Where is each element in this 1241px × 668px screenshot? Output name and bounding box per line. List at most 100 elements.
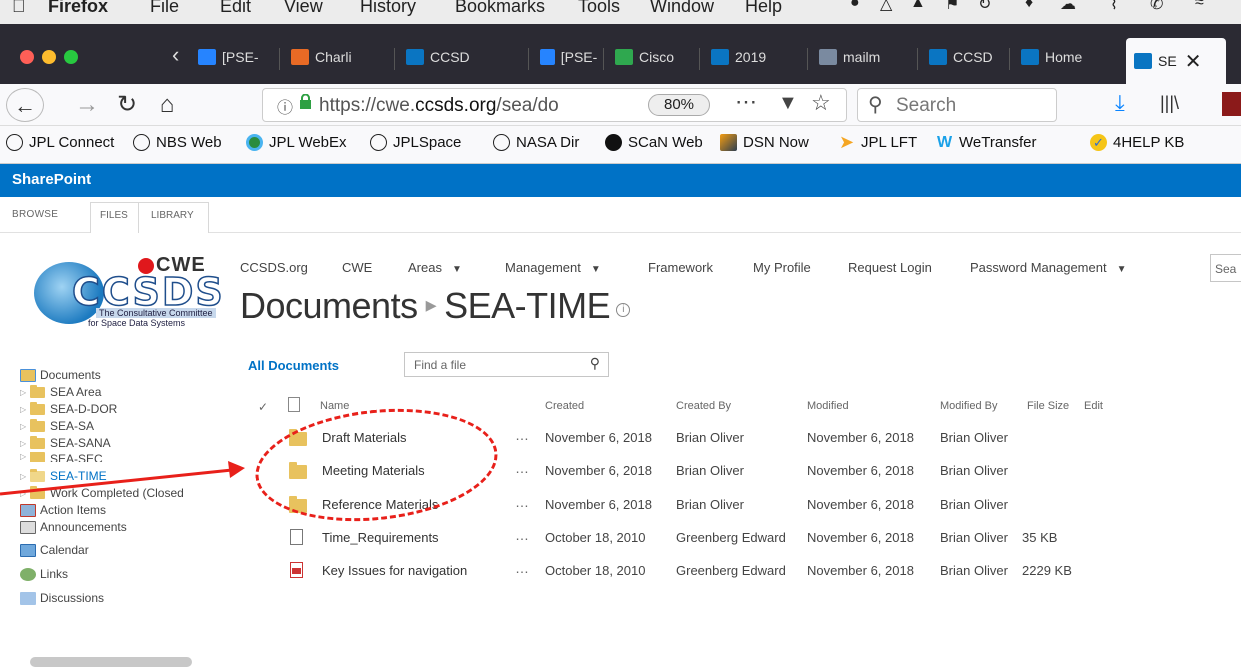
menu-tools[interactable]: Tools (578, 0, 620, 17)
browser-tab[interactable]: [PSE-1 (532, 37, 597, 77)
tray-icon-6[interactable]: ☁ (1060, 0, 1076, 14)
table-row[interactable]: Reference Materials… November 6, 2018 Bria… (0, 494, 1241, 531)
phone-icon[interactable]: ✆ (1150, 0, 1163, 14)
topnav-my-profile[interactable]: My Profile (753, 260, 811, 275)
more-options-icon[interactable]: … (515, 460, 530, 476)
ribbon-tab-library[interactable]: LIBRARY (139, 202, 209, 233)
tray-icon-1[interactable]: ● (850, 0, 860, 12)
bookmark-jpl-lft[interactable]: ➤ JPL LFT (838, 133, 917, 151)
bookmark-jpl-webex[interactable]: JPL WebEx (246, 134, 347, 151)
col-header-created-by[interactable]: Created By (676, 400, 731, 412)
library-icon[interactable]: |||\ (1160, 93, 1179, 114)
table-row[interactable]: Draft Materials… November 6, 2018 Brian Ol… (0, 427, 1241, 464)
find-file-input[interactable]: Find a file ⚲ (404, 352, 609, 377)
col-header-edit[interactable]: Edit (1084, 400, 1103, 412)
tray-icon-5[interactable]: ♦ (1025, 0, 1033, 12)
menu-help[interactable]: Help (745, 0, 782, 17)
window-minimize-button[interactable] (42, 50, 56, 64)
more-options-icon[interactable]: … (515, 527, 530, 543)
table-row[interactable]: Time_Requirements … October 18, 2010 Greenb… (0, 527, 1241, 564)
browser-tab[interactable]: Charli (283, 37, 388, 77)
more-options-icon[interactable]: … (515, 427, 530, 443)
downloads-icon[interactable]: ⤓ (1115, 90, 1125, 116)
ql-sea-area[interactable]: ▷ SEA Area (20, 384, 101, 400)
zoom-level-badge[interactable]: 80% (648, 94, 710, 116)
browser-tab[interactable]: CCSD (398, 37, 478, 77)
title-documents-link[interactable]: Documents (240, 285, 418, 326)
back-button[interactable]: ← (6, 88, 44, 122)
more-options-icon[interactable]: … (515, 494, 530, 510)
info-icon[interactable]: ⓘ (277, 94, 293, 118)
wifi-icon[interactable]: ≈ (1195, 0, 1204, 12)
topnav-framework[interactable]: Framework (648, 260, 713, 275)
table-row[interactable]: Meeting Materials… November 6, 2018 Brian … (0, 460, 1241, 497)
ribbon-tab-browse[interactable]: BROWSE (12, 209, 58, 220)
menu-history[interactable]: History (360, 0, 416, 17)
site-search-input[interactable]: Sea (1210, 254, 1241, 282)
bookmark-dsn-now[interactable]: DSN Now (720, 134, 809, 151)
col-header-modified[interactable]: Modified (807, 400, 849, 412)
browser-tab[interactable]: Cisco (607, 37, 692, 77)
expand-icon[interactable]: ▷ (20, 388, 30, 397)
topnav-password-management[interactable]: Password Management ▼ (970, 260, 1126, 275)
ccsds-logo[interactable]: CWE CCSDS The Consultative Committee for… (32, 254, 224, 328)
sharepoint-brand[interactable]: SharePoint (12, 171, 91, 188)
page-actions-icon[interactable]: ⋯ (735, 89, 757, 115)
browser-tab[interactable]: SE ✕ (1126, 38, 1226, 84)
horizontal-scrollbar[interactable] (30, 657, 192, 667)
col-header-name[interactable]: Name (320, 400, 349, 412)
bookmark-jpl-connect[interactable]: JPL Connect (6, 134, 114, 151)
ql-sea-d-dor[interactable]: ▷ SEA-D-DOR (20, 401, 117, 417)
browser-tab[interactable]: mailm (811, 37, 906, 77)
window-close-button[interactable] (20, 50, 34, 64)
browser-tab[interactable]: 2019 (703, 37, 798, 77)
url-bar[interactable]: ⓘ https://cwe.ccsds.org/sea/do 80% ⋯ ▼ ☆ (262, 88, 847, 122)
reload-button[interactable]: ↻ (112, 88, 142, 122)
menu-view[interactable]: View (284, 0, 323, 17)
forward-button[interactable]: → (72, 88, 102, 122)
info-icon[interactable]: i (616, 303, 631, 317)
browser-tab[interactable]: [PSE- (190, 37, 270, 77)
window-zoom-button[interactable] (64, 50, 78, 64)
menu-window[interactable]: Window (650, 0, 714, 17)
select-all-checkmark-icon[interactable]: ✓ (258, 400, 268, 414)
browser-tab[interactable]: Home (1013, 37, 1103, 77)
ql-documents[interactable]: Documents (20, 367, 101, 383)
col-header-file-size[interactable]: File Size (1027, 400, 1069, 412)
pocket-icon[interactable]: ▼ (778, 92, 798, 115)
tab-close-icon[interactable]: ✕ (1185, 49, 1202, 74)
tray-icon-4[interactable]: ⚑ (945, 0, 959, 14)
home-button[interactable]: ⌂ (152, 88, 182, 122)
topnav-areas[interactable]: Areas ▼ (408, 260, 462, 275)
col-header-created[interactable]: Created (545, 400, 584, 412)
search-icon[interactable]: ⚲ (590, 355, 600, 372)
bookmark-4help-kb[interactable]: ✓ 4HELP KB (1090, 134, 1184, 151)
tray-icon-3[interactable]: ▲ (910, 0, 926, 12)
bookmark-nasa-dir[interactable]: NASA Dir (493, 134, 579, 151)
bookmark-nbs-web[interactable]: NBS Web (133, 134, 222, 151)
bookmark-wetransfer[interactable]: W WeTransfer (936, 134, 1037, 151)
extension-icon[interactable] (1222, 92, 1241, 116)
bookmark-scan-web[interactable]: SCaN Web (605, 134, 703, 151)
apple-menu-icon[interactable]:  (12, 0, 26, 17)
bookmark-star-icon[interactable]: ☆ (811, 90, 831, 116)
menu-bookmarks[interactable]: Bookmarks (455, 0, 545, 17)
name-link[interactable]: Time_Requirements (322, 530, 439, 545)
more-options-icon[interactable]: … (515, 560, 530, 576)
table-row[interactable]: Key Issues for navigation … October 18, 20… (0, 560, 1241, 597)
search-input[interactable]: ⚲ Search (857, 88, 1057, 122)
topnav-ccsds-org[interactable]: CCSDS.org (240, 260, 308, 275)
bookmark-jplspace[interactable]: JPLSpace (370, 134, 461, 151)
bluetooth-icon[interactable]: ⌇ (1110, 0, 1118, 14)
url-text[interactable]: https://cwe.ccsds.org/sea/do (319, 95, 639, 117)
menu-file[interactable]: File (150, 0, 179, 17)
topnav-management[interactable]: Management ▼ (505, 260, 601, 275)
view-all-documents[interactable]: All Documents (248, 358, 339, 373)
ribbon-tab-files[interactable]: FILES (90, 202, 139, 233)
time-machine-icon[interactable]: ↻ (978, 0, 991, 14)
tab-scroll-left-icon[interactable]: ‹ (172, 42, 179, 68)
tray-icon-2[interactable]: △ (880, 0, 892, 14)
expand-icon[interactable]: ▷ (20, 405, 30, 414)
col-header-modified-by[interactable]: Modified By (940, 400, 997, 412)
topnav-request-login[interactable]: Request Login (848, 260, 932, 275)
